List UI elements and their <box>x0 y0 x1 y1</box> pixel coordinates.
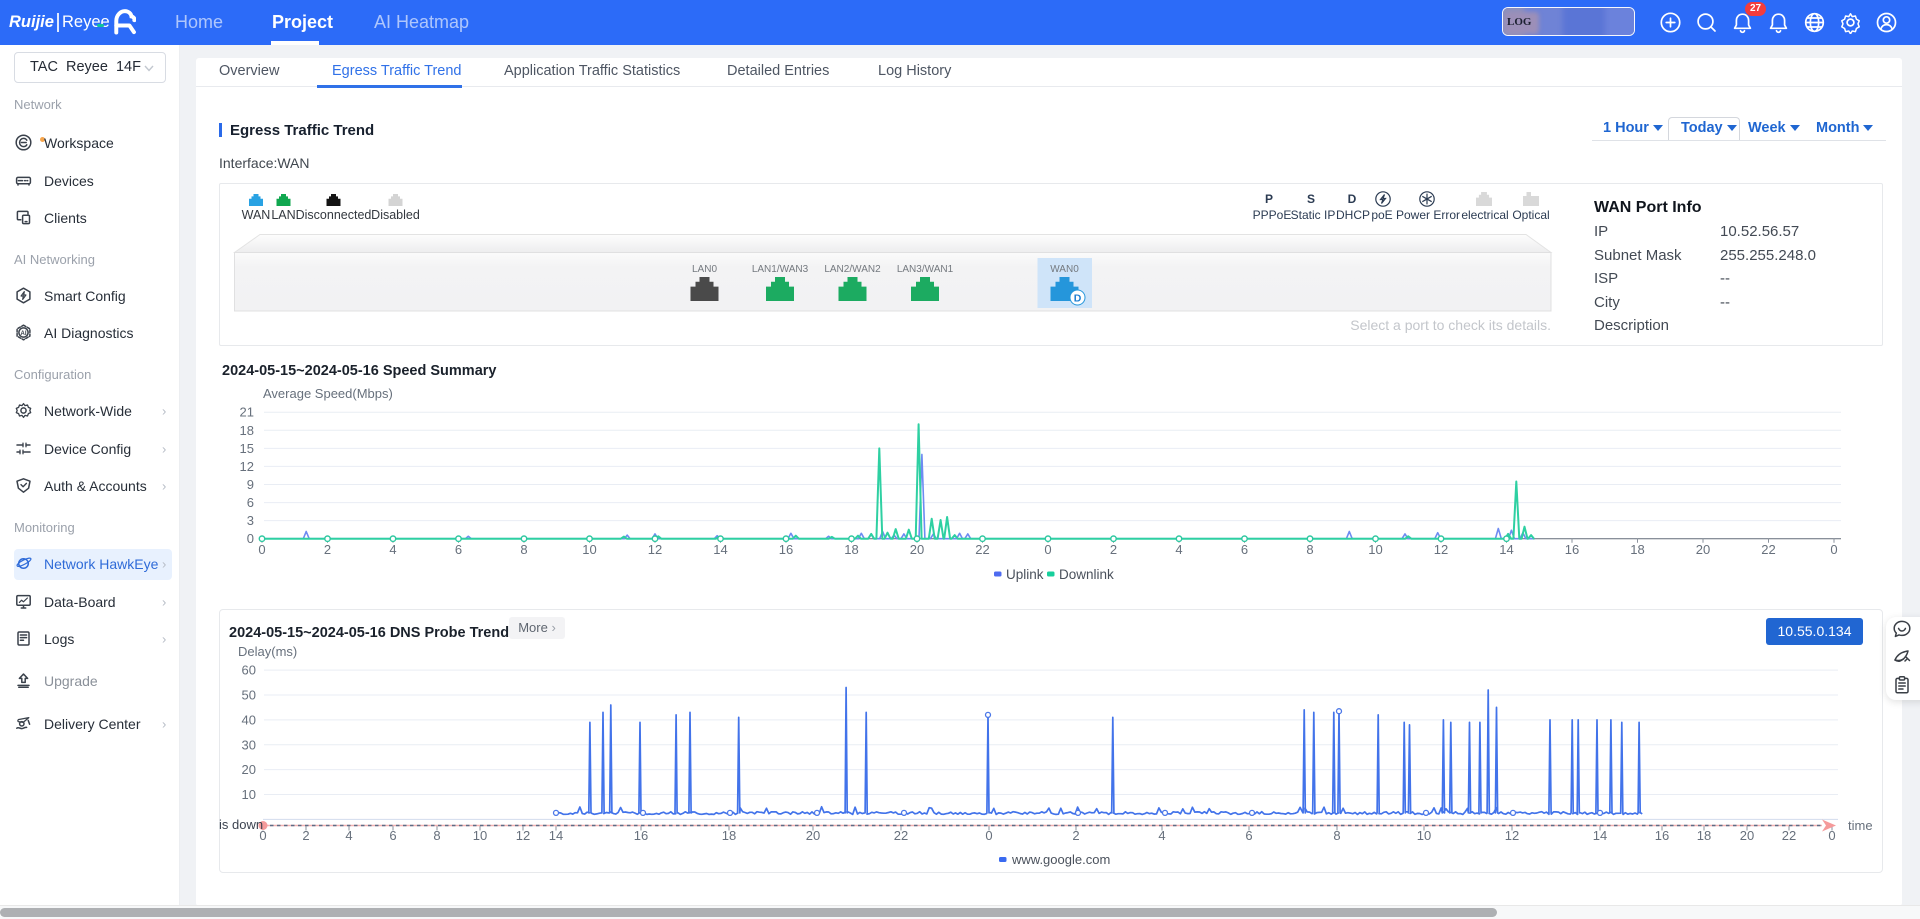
svg-text:12: 12 <box>516 828 530 843</box>
svg-text:20: 20 <box>1740 828 1754 843</box>
svg-text:www.google.com: www.google.com <box>1011 852 1110 867</box>
svg-text:16: 16 <box>634 828 648 843</box>
svg-text:14: 14 <box>1593 828 1607 843</box>
svg-text:40: 40 <box>242 712 256 727</box>
svg-text:22: 22 <box>1782 828 1796 843</box>
svg-text:0: 0 <box>1828 828 1835 843</box>
svg-text:4: 4 <box>1158 828 1165 843</box>
svg-text:20: 20 <box>242 762 256 777</box>
svg-text:60: 60 <box>242 663 256 678</box>
svg-text:2: 2 <box>1072 828 1079 843</box>
svg-text:2: 2 <box>302 828 309 843</box>
svg-text:0: 0 <box>985 828 992 843</box>
svg-text:time: time <box>1848 818 1873 833</box>
svg-text:18: 18 <box>1697 828 1711 843</box>
svg-text:14: 14 <box>549 828 563 843</box>
svg-text:8: 8 <box>433 828 440 843</box>
svg-text:10: 10 <box>1417 828 1431 843</box>
svg-text:30: 30 <box>242 737 256 752</box>
svg-text:50: 50 <box>242 688 256 703</box>
svg-text:22: 22 <box>894 828 908 843</box>
svg-text:4: 4 <box>345 828 352 843</box>
svg-text:12: 12 <box>1505 828 1519 843</box>
svg-text:Delay(ms): Delay(ms) <box>238 644 297 659</box>
svg-text:6: 6 <box>1245 828 1252 843</box>
svg-text:is down: is down <box>219 817 263 832</box>
svg-text:16: 16 <box>1655 828 1669 843</box>
svg-text:6: 6 <box>389 828 396 843</box>
svg-text:20: 20 <box>806 828 820 843</box>
svg-text:8: 8 <box>1333 828 1340 843</box>
svg-text:18: 18 <box>722 828 736 843</box>
svg-text:10: 10 <box>242 787 256 802</box>
svg-text:10: 10 <box>473 828 487 843</box>
